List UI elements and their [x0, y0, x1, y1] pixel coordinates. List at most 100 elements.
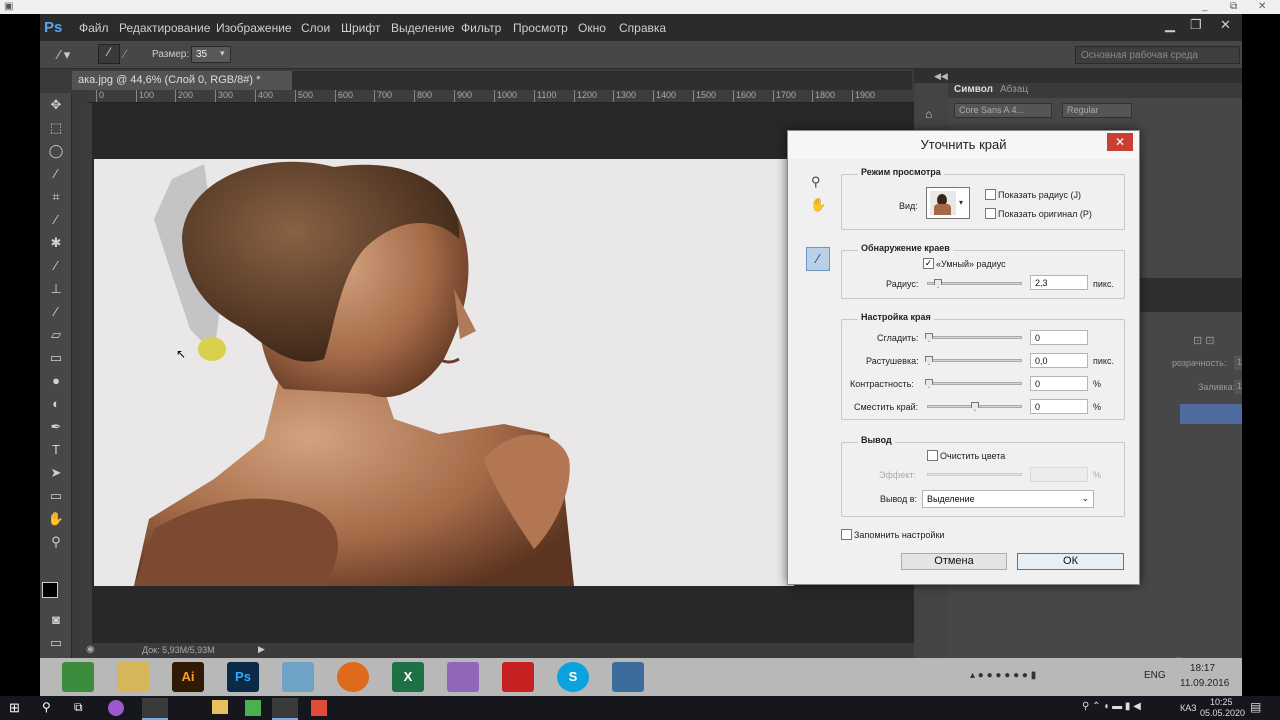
workspace-switcher[interactable]: Основная рабочая среда — [1075, 46, 1240, 64]
selected-layer-row[interactable] — [1180, 404, 1242, 424]
tray-icons[interactable]: ▴ ● ● ● ● ● ● ▮ — [970, 670, 1036, 681]
app-icon[interactable] — [447, 662, 479, 692]
font-style-select[interactable]: Regular — [1062, 103, 1132, 118]
windows-start-icon[interactable]: ⊞ — [9, 700, 20, 716]
feather-slider-thumb[interactable] — [925, 356, 933, 365]
opacity-input[interactable]: 100% — [1234, 356, 1242, 370]
radius-input[interactable]: 2,3 — [1030, 275, 1088, 290]
show-radius-checkbox[interactable] — [985, 189, 996, 200]
menu-file[interactable]: Файл — [79, 21, 109, 35]
dialog-close-button[interactable]: ✕ — [1107, 133, 1133, 151]
refine-radius-tool-icon[interactable]: ⁄ — [806, 247, 830, 271]
search-icon[interactable]: ⚲ — [42, 700, 51, 714]
pen-tool-icon[interactable]: ✒ — [46, 417, 66, 437]
radius-slider[interactable] — [927, 279, 1022, 288]
crop-tool-icon[interactable]: ⌗ — [46, 187, 66, 207]
player-close-button[interactable]: ✕ — [1258, 1, 1266, 12]
illustrator-icon[interactable]: Ai — [172, 662, 204, 692]
excel-icon[interactable]: X — [392, 662, 424, 692]
close-icon[interactable]: ✕ — [1220, 17, 1231, 33]
chrome-icon[interactable] — [62, 662, 94, 692]
status-menu-arrow-icon[interactable]: ▶ — [258, 644, 265, 655]
menu-select[interactable]: Выделение — [391, 21, 455, 35]
refine-radius-tool-icon[interactable]: ⁄ — [98, 44, 120, 64]
output-to-select[interactable]: Выделение ⌄ — [922, 490, 1094, 508]
collapse-dock-icon[interactable]: ◀◀ — [934, 71, 948, 82]
skype-icon[interactable]: S — [557, 662, 589, 692]
history-panel-icon[interactable]: ⌂ — [925, 107, 932, 121]
smooth-input[interactable]: 0 — [1030, 330, 1088, 345]
tab-paragraph[interactable]: Абзац — [1000, 84, 1028, 95]
lasso-tool-icon[interactable]: ◯ — [46, 141, 66, 161]
quick-selection-tool-icon[interactable]: ⁄ — [46, 164, 66, 184]
firefox-icon[interactable] — [337, 662, 369, 692]
menu-help[interactable]: Справка — [619, 21, 666, 35]
file-explorer-icon[interactable] — [212, 700, 228, 714]
font-family-select[interactable]: Core Sans A 4... — [954, 103, 1052, 118]
marquee-tool-icon[interactable]: ⬚ — [46, 118, 66, 138]
menu-filter[interactable]: Фильтр — [461, 21, 501, 35]
feather-slider[interactable] — [925, 356, 1022, 365]
app-icon[interactable] — [245, 700, 261, 716]
contrast-input[interactable]: 0 — [1030, 376, 1088, 391]
eyedropper-tool-icon[interactable]: ⁄ — [46, 210, 66, 230]
quick-mask-icon[interactable]: ◙ — [46, 610, 66, 630]
menu-edit[interactable]: Редактирование — [119, 21, 210, 35]
tab-character[interactable]: Символ — [954, 84, 993, 95]
type-tool-icon[interactable]: T — [46, 440, 66, 460]
acrobat-icon[interactable] — [502, 662, 534, 692]
menu-window[interactable]: Окно — [578, 21, 606, 35]
contrast-slider[interactable] — [925, 379, 1022, 388]
photoshop-icon[interactable]: Ps — [227, 662, 259, 692]
brush-tool-icon[interactable]: ⁄ — [46, 256, 66, 276]
feather-input[interactable]: 0,0 — [1030, 353, 1088, 368]
shift-edge-slider[interactable] — [927, 402, 1022, 411]
hand-tool-icon[interactable]: ✋ — [810, 197, 826, 213]
tray-icons[interactable]: ⚲ ⌃ ◖ ▬ ▮ ◀ — [1082, 701, 1141, 712]
gradient-tool-icon[interactable]: ▭ — [46, 348, 66, 368]
show-original-checkbox[interactable] — [985, 208, 996, 219]
notification-icon[interactable]: ▤ — [1250, 700, 1261, 714]
smooth-slider-thumb[interactable] — [925, 333, 933, 342]
blur-tool-icon[interactable]: ● — [46, 371, 66, 391]
photo-canvas[interactable]: ↖ — [94, 159, 794, 586]
player-minimize-button[interactable]: _ — [1202, 1, 1208, 12]
screen-mode-icon[interactable]: ▭ — [46, 633, 66, 653]
app-icon[interactable] — [311, 700, 327, 716]
rectangle-tool-icon[interactable]: ▭ — [46, 486, 66, 506]
player-maximize-button[interactable]: ⧉ — [1230, 1, 1237, 12]
document-tab[interactable]: ака.jpg @ 44,6% (Слой 0, RGB/8#) * — [72, 71, 292, 90]
size-dropdown-icon[interactable]: ▾ — [220, 48, 225, 59]
hand-tool-icon[interactable]: ✋ — [46, 509, 66, 529]
clone-stamp-tool-icon[interactable]: ⊥ — [46, 279, 66, 299]
media-player-taskbar-item[interactable] — [272, 698, 298, 720]
size-input[interactable]: 35 — [191, 46, 231, 63]
cancel-button[interactable]: Отмена — [901, 553, 1007, 570]
smooth-slider[interactable] — [925, 333, 1022, 342]
chrome-taskbar-item[interactable] — [142, 698, 168, 720]
radius-slider-thumb[interactable] — [934, 279, 942, 288]
zoom-tool-icon[interactable]: ⚲ — [811, 174, 821, 190]
move-tool-icon[interactable]: ✥ — [46, 95, 66, 115]
eraser-tool-icon[interactable]: ▱ — [46, 325, 66, 345]
smart-radius-checkbox[interactable]: ✓ — [923, 258, 934, 269]
erase-refinements-tool-icon[interactable]: ⁄ — [124, 47, 126, 61]
shift-edge-slider-thumb[interactable] — [971, 402, 979, 411]
menu-view[interactable]: Просмотр — [513, 21, 568, 35]
language-indicator[interactable]: ENG — [1144, 670, 1166, 681]
healing-brush-tool-icon[interactable]: ✱ — [46, 233, 66, 253]
app-icon[interactable] — [282, 662, 314, 692]
minimize-icon[interactable]: ▁ — [1165, 17, 1175, 33]
fill-input[interactable]: 100% — [1234, 380, 1242, 394]
menu-image[interactable]: Изображение — [216, 21, 292, 35]
zoom-tool-icon[interactable]: ⚲ — [46, 532, 66, 552]
dodge-tool-icon[interactable]: ◐ — [46, 394, 66, 414]
contrast-slider-thumb[interactable] — [925, 379, 933, 388]
remember-settings-checkbox[interactable] — [841, 529, 852, 540]
decontaminate-checkbox[interactable] — [927, 450, 938, 461]
restore-icon[interactable]: ❐ — [1190, 17, 1202, 33]
history-brush-tool-icon[interactable]: ⁄ — [46, 302, 66, 322]
menu-type[interactable]: Шрифт — [341, 21, 380, 35]
keyboard-language-indicator[interactable]: КАЗ — [1180, 703, 1197, 713]
file-explorer-icon[interactable] — [117, 662, 149, 692]
